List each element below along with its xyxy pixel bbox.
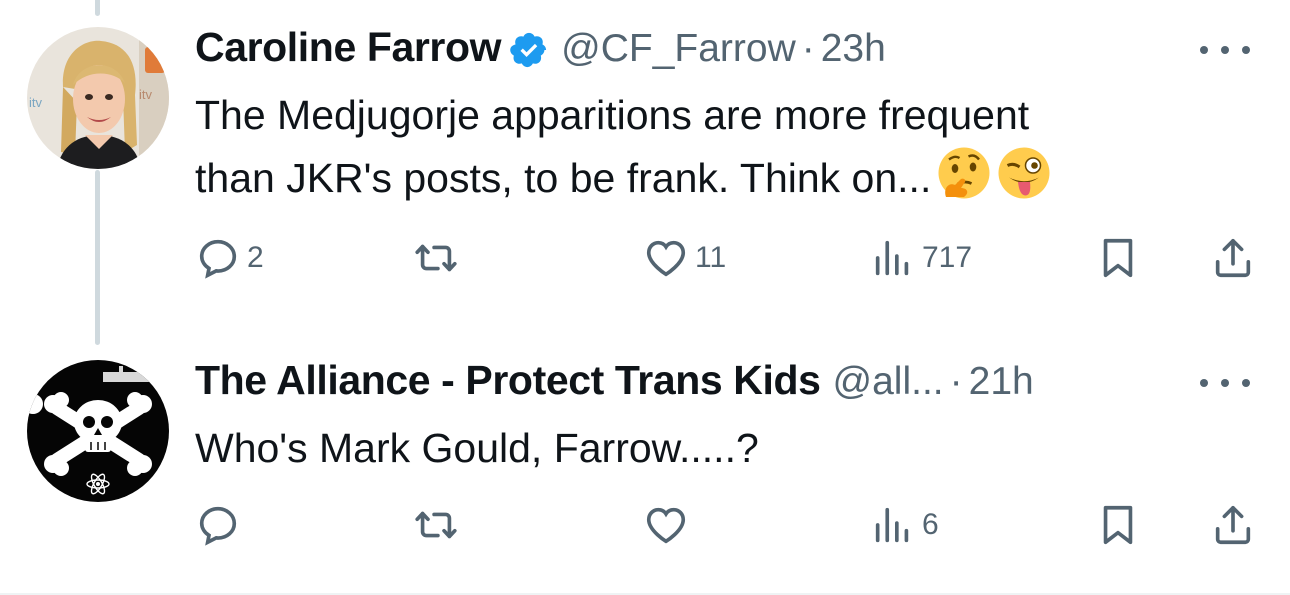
like-count: 11: [695, 241, 727, 274]
share-icon: [1215, 505, 1251, 545]
verified-badge-icon: [510, 32, 547, 68]
author-handle[interactable]: @CF_Farrow: [561, 27, 796, 71]
bookmark-icon: [1103, 505, 1133, 545]
like-button[interactable]: 11: [643, 230, 726, 286]
tweet-thread: itv itv Caroline Farrow @CF_Farrow · 23h…: [0, 0, 1290, 595]
tweet-text: The Medjugorje apparitions are more freq…: [195, 84, 1260, 209]
tweet-text-line-2: than JKR's posts, to be frank. Think on.…: [195, 155, 932, 201]
avatar-image: itv itv: [27, 27, 169, 169]
reply-button[interactable]: 2: [195, 230, 264, 286]
reply-icon: [199, 506, 237, 546]
views-chart-icon: [875, 240, 909, 276]
like-button[interactable]: [643, 497, 695, 553]
timestamp[interactable]: 21h: [969, 360, 1034, 404]
avatar[interactable]: [27, 360, 169, 502]
views-chart-icon: [875, 507, 909, 543]
timestamp[interactable]: 23h: [821, 27, 886, 71]
tweet[interactable]: The Alliance - Protect Trans Kids @all..…: [0, 345, 1290, 595]
retweet-icon: [415, 244, 457, 272]
share-button[interactable]: [1210, 497, 1256, 553]
separator-dot: ·: [949, 360, 963, 403]
share-button[interactable]: [1210, 230, 1256, 286]
author-name[interactable]: Caroline Farrow: [195, 24, 502, 71]
reply-icon: [199, 239, 237, 279]
more-options-icon[interactable]: [1200, 371, 1250, 395]
winking-face-with-tongue-emoji-icon: [998, 147, 1050, 199]
thinking-face-emoji-icon: [938, 147, 990, 199]
tweet-actions: 2 11 717: [195, 230, 1260, 286]
view-count: 6: [922, 508, 939, 541]
itv-logo-right: itv: [139, 87, 153, 102]
author-name[interactable]: The Alliance - Protect Trans Kids: [195, 357, 821, 404]
tweet[interactable]: itv itv Caroline Farrow @CF_Farrow · 23h…: [0, 0, 1290, 330]
more-options-icon[interactable]: [1200, 38, 1250, 62]
tweet-actions: 6: [195, 497, 1260, 553]
bookmark-button[interactable]: [1095, 497, 1141, 553]
share-icon: [1215, 238, 1251, 278]
itv-logo: itv: [29, 95, 43, 110]
tweet-text-line-1: Who's Mark Gould, Farrow.....?: [195, 425, 759, 471]
separator-dot: ·: [801, 27, 815, 70]
retweet-icon: [415, 511, 457, 539]
tweet-text-line-1: The Medjugorje apparitions are more freq…: [195, 92, 1030, 138]
bookmark-button[interactable]: [1095, 230, 1141, 286]
jolly-roger-avatar-icon: [27, 360, 169, 502]
retweet-button[interactable]: [413, 230, 465, 286]
view-count: 717: [922, 241, 973, 274]
heart-icon: [646, 507, 686, 544]
avatar[interactable]: itv itv: [27, 27, 169, 169]
bookmark-icon: [1103, 238, 1133, 278]
tweet-text: Who's Mark Gould, Farrow.....?: [195, 417, 1260, 479]
reply-button[interactable]: [195, 497, 247, 553]
views-button[interactable]: 717: [870, 230, 972, 286]
author-handle[interactable]: @all...: [833, 360, 944, 404]
views-button[interactable]: 6: [870, 497, 939, 553]
heart-icon: [646, 240, 686, 277]
reply-count: 2: [247, 241, 264, 274]
retweet-button[interactable]: [413, 497, 465, 553]
